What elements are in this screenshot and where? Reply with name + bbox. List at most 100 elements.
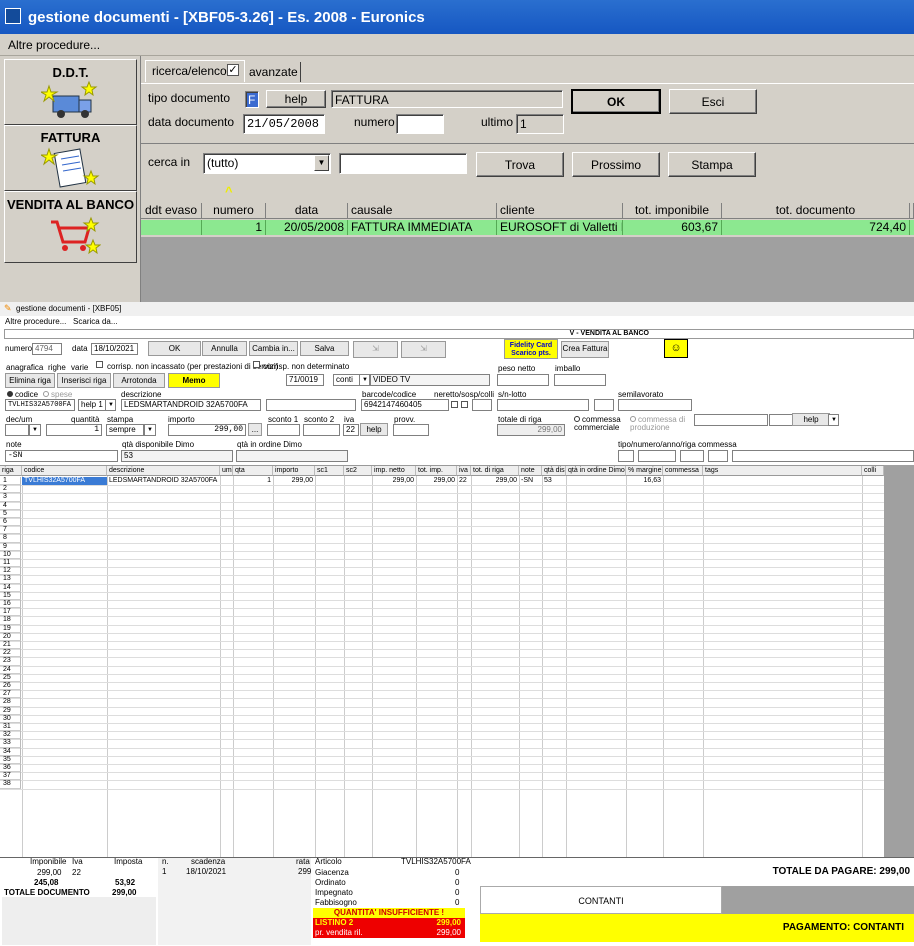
tab-varie[interactable]: varie [71,363,88,372]
corr-nondet-checkbox[interactable] [253,361,260,368]
righe-grid[interactable]: riga codice descrizione um qta importo sc1 sc2 i… [0,465,884,858]
spese-radio[interactable]: spese [43,390,72,399]
grid-col-17[interactable]: tags [703,466,862,476]
fidelity-card-button[interactable]: Fidelity Card Scarico pts. [504,339,558,359]
imballo-input[interactable] [554,374,606,386]
categoria-code[interactable]: 71/0019 [286,374,324,386]
row1-cell-12[interactable]: -SN [519,477,542,485]
dec-input[interactable] [5,424,29,436]
memo-button[interactable]: Memo [168,373,220,388]
chevron-down-icon[interactable]: ▼ [314,155,329,171]
contanti-button[interactable]: CONTANTI [480,886,722,914]
annulla-button[interactable]: Annulla [202,341,247,356]
commessa-prod-radio[interactable]: commessa di produzione [630,416,685,432]
tipo-comm-4[interactable] [708,450,728,462]
row1-cell-17[interactable] [703,477,862,485]
stampa-select[interactable]: sempre [106,424,144,436]
grid-col-15[interactable]: % margine [626,466,663,476]
lower-numero-input[interactable]: 4794 [32,343,62,355]
chevron-down-icon[interactable]: ▼ [105,399,116,411]
row1-cell-6[interactable] [315,477,344,485]
data-documento-input[interactable]: 21/05/2008 [243,114,325,134]
note-input[interactable]: -SN [5,450,118,462]
corr-nonincassato-checkbox[interactable] [96,361,103,368]
row1-cell-7[interactable] [344,477,372,485]
trova-button[interactable]: Trova [476,152,564,177]
tool-button-2[interactable]: ⇲ [401,341,446,358]
col-tot-documento[interactable]: tot. documento [722,203,910,219]
row1-cell-8[interactable]: 299,00 [372,477,416,485]
grid-col-6[interactable]: sc1 [315,466,344,476]
commessa-help-button[interactable]: help [792,413,830,426]
sconto1-input[interactable] [267,424,300,436]
colli-input[interactable] [472,399,492,411]
quantita-input[interactable]: 1 [46,424,102,436]
row1-cell-15[interactable]: 16,63 [626,477,663,485]
tool-button-1[interactable]: ⇲ [353,341,398,358]
cerca-text-input[interactable] [339,153,467,174]
sconto2-input[interactable] [303,424,340,436]
nav-ddt-button[interactable]: D.D.T. [4,59,137,125]
grid-col-0[interactable]: riga [0,466,22,476]
col-cliente[interactable]: cliente [497,203,623,219]
lower-data-input[interactable]: 18/10/2021 [91,343,138,355]
tab-righe[interactable]: righe [48,363,66,372]
row1-cell-2[interactable]: LEDSMARTANDROID 32A5700FA [107,477,220,485]
col-numero[interactable]: numero [202,203,266,219]
esci-button[interactable]: Esci [669,89,757,114]
col-causale[interactable]: causale [348,203,497,219]
smiley-icon[interactable]: ☺ [664,339,688,358]
importo-more-button[interactable]: ... [248,423,262,436]
row1-cell-11[interactable]: 299,00 [471,477,519,485]
row1-cell-18[interactable] [862,477,884,485]
crea-fattura-button[interactable]: Crea Fattura [561,341,609,358]
grid-col-10[interactable]: iva [457,466,471,476]
grid-col-11[interactable]: tot. di riga [471,466,519,476]
nav-vendita-button[interactable]: VENDITA AL BANCO [4,191,137,263]
col-data[interactable]: data [266,203,348,219]
cerca-in-select[interactable]: (tutto) ▼ [203,153,331,174]
cambia-in-button[interactable]: Cambia in... [249,341,298,356]
row-ddt-evaso[interactable] [141,220,202,235]
tipo-documento-input[interactable]: F [245,91,259,108]
row1-cell-3[interactable] [220,477,233,485]
grid-col-13[interactable]: qtà dis [542,466,566,476]
provv-input[interactable] [393,424,429,436]
nav-fattura-button[interactable]: FATTURA [4,125,137,191]
lower-menu-altre[interactable]: Altre procedure... [5,317,66,326]
row1-cell-10[interactable]: 22 [457,477,471,485]
row-tot-documento[interactable]: 724,40 [722,220,910,235]
row1-cell-9[interactable]: 299,00 [416,477,457,485]
row1-cell-14[interactable] [566,477,626,485]
commessa-comm-radio[interactable]: commessa commerciale [574,416,621,432]
chevron-down-icon[interactable]: ▼ [144,424,156,436]
row1-cell-16[interactable] [663,477,703,485]
codice-input[interactable]: TVLHIS32A5700FA [5,399,75,411]
grid-scroll-area[interactable] [884,465,914,857]
ricerca-checkbox[interactable]: ✓ [227,64,239,76]
menu-altre-procedure[interactable]: Altre procedure... [8,38,100,52]
tab-avanzate[interactable]: avanzate [245,62,301,82]
importo-input[interactable]: 299,00 [168,424,246,436]
row-data[interactable]: 20/05/2008 [266,220,348,235]
row1-cell-4[interactable]: 1 [233,477,273,485]
row1-cell-13[interactable]: 53 [542,477,566,485]
row-causale[interactable]: FATTURA IMMEDIATA [348,220,497,235]
lower-menu-scarica[interactable]: Scarica da... [73,317,117,326]
row-numero[interactable]: 1 [202,220,266,235]
sn-extra-input[interactable] [594,399,614,411]
grid-col-4[interactable]: qta [233,466,273,476]
col-ddt-evaso[interactable]: ddt evaso [141,203,202,219]
sosp-checkbox[interactable] [461,401,468,408]
tipo-comm-2[interactable] [638,450,676,462]
arrotonda-button[interactable]: Arrotonda [113,373,165,388]
tab-anagrafica[interactable]: anagrafica [6,363,43,372]
peso-netto-input[interactable] [497,374,549,386]
neretto-checkbox[interactable] [451,401,458,408]
ok-button[interactable]: OK [571,89,661,114]
chevron-down-icon[interactable]: ▼ [359,374,370,386]
grid-col-9[interactable]: tot. imp. [416,466,457,476]
barcode-input[interactable]: 6942147460405 [361,399,449,411]
col-tot-imponibile[interactable]: tot. imponibile [623,203,722,219]
grid-col-16[interactable]: commessa [663,466,703,476]
